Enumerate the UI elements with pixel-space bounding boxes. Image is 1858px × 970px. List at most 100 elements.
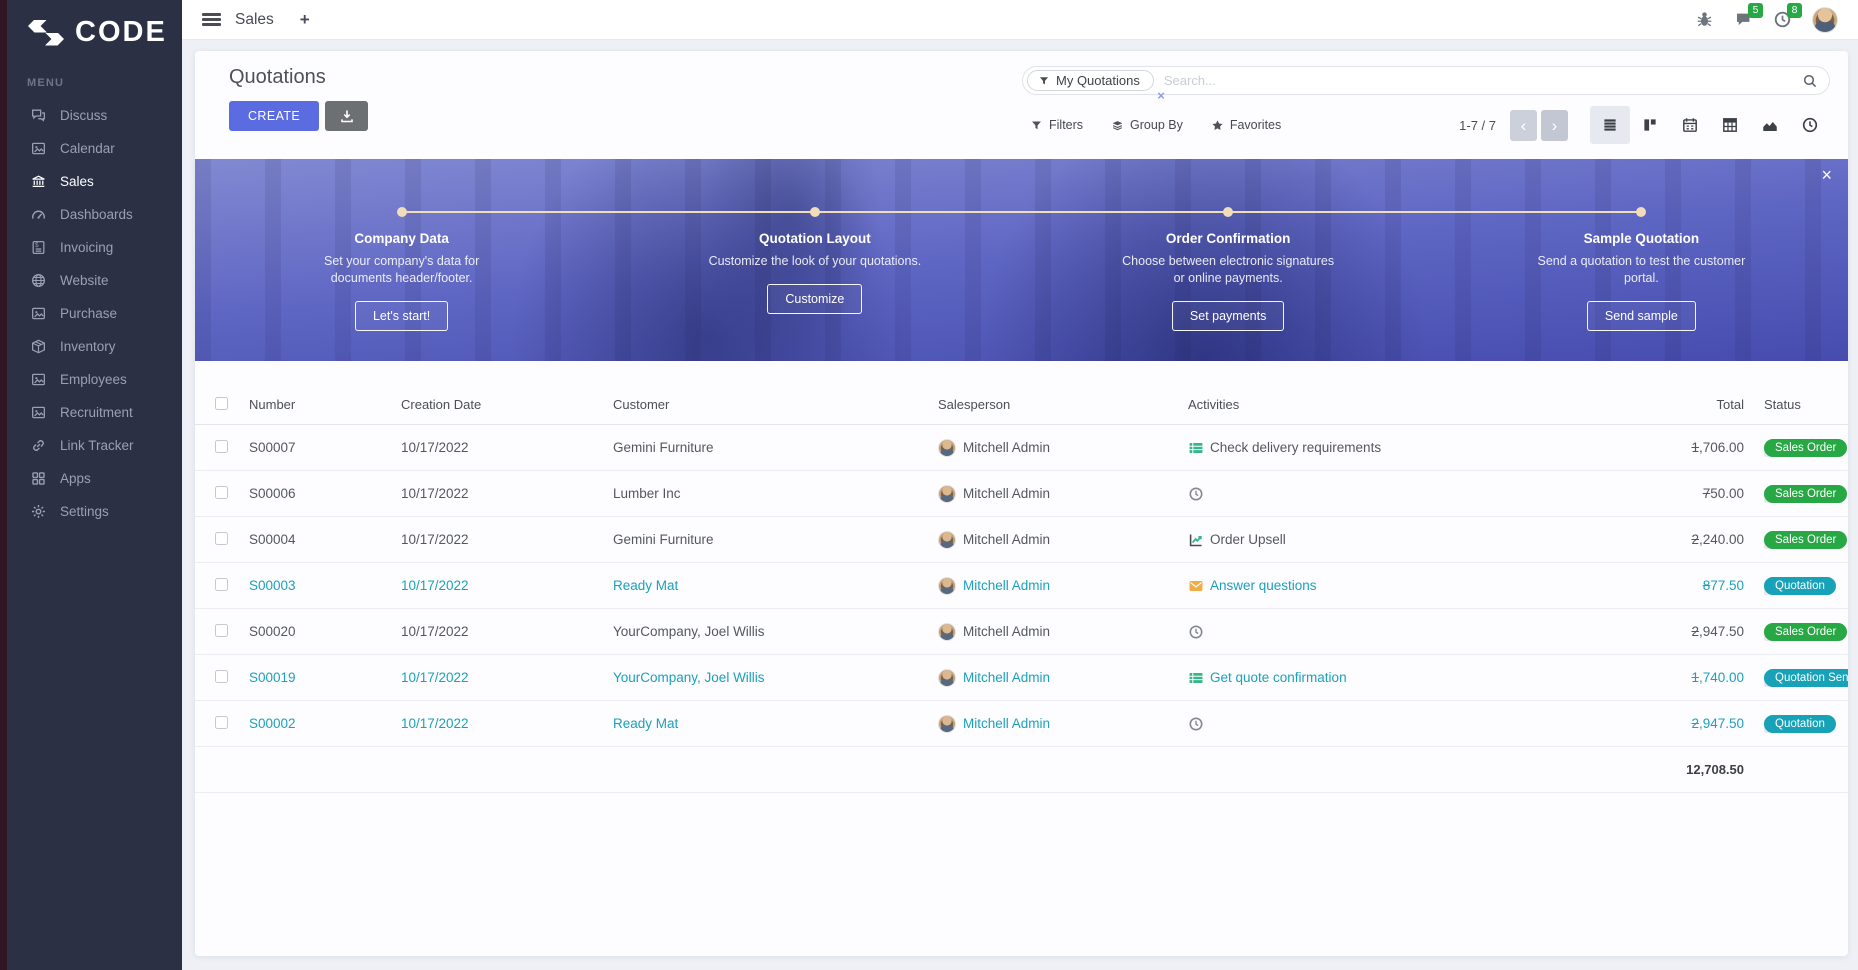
activity-icon xyxy=(1801,116,1819,134)
sidebar-item-sales[interactable]: Sales xyxy=(7,165,182,198)
cell-salesperson: Mitchell Admin xyxy=(938,531,1188,549)
user-avatar[interactable] xyxy=(1812,7,1838,33)
sidebar-item-link-tracker[interactable]: Link Tracker xyxy=(7,429,182,462)
sidebar-item-website[interactable]: Website xyxy=(7,264,182,297)
sidebar-item-purchase[interactable]: Purchase xyxy=(7,297,182,330)
filters-button[interactable]: Filters xyxy=(1030,118,1083,132)
activity-list-check-icon[interactable] xyxy=(1188,440,1204,456)
svg-text:$: $ xyxy=(35,242,39,249)
menu-section-label: MENU xyxy=(27,77,182,89)
sidebar-item-apps[interactable]: Apps xyxy=(7,462,182,495)
view-pivot-button[interactable] xyxy=(1710,106,1750,144)
sidebar-item-settings[interactable]: Settings xyxy=(7,495,182,528)
pager-previous-button[interactable]: ‹ xyxy=(1510,110,1537,141)
inventory-icon xyxy=(30,338,47,355)
cell-status: Quotation xyxy=(1764,577,1848,595)
grand-total: 12,708.50 xyxy=(1596,762,1746,777)
step-action-button[interactable]: Send sample xyxy=(1587,301,1696,331)
cell-salesperson: Mitchell Admin xyxy=(938,669,1188,687)
column-header-status[interactable]: Status xyxy=(1764,397,1848,412)
sidebar-item-dashboards[interactable]: Dashboards xyxy=(7,198,182,231)
messages-icon[interactable]: 5 xyxy=(1734,10,1753,29)
view-calendar-button[interactable] xyxy=(1670,106,1710,144)
star-icon xyxy=(1211,119,1224,132)
select-all-checkbox[interactable] xyxy=(215,397,228,410)
view-list-button[interactable] xyxy=(1590,106,1630,144)
step-dot xyxy=(810,207,820,217)
column-header-salesperson[interactable]: Salesperson xyxy=(938,397,1188,412)
onboarding-step-sample-quotation: Sample QuotationSend a quotation to test… xyxy=(1435,231,1848,361)
favorites-button[interactable]: Favorites xyxy=(1211,118,1281,132)
table-row[interactable]: S0001910/17/2022YourCompany, Joel Willis… xyxy=(195,655,1848,701)
search-bar[interactable]: My Quotations × Search... xyxy=(1022,66,1830,95)
search-controls: Filters Group By Favorites xyxy=(1022,106,1830,144)
salesperson-name: Mitchell Admin xyxy=(963,578,1050,593)
pager-next-button[interactable]: › xyxy=(1541,110,1568,141)
sidebar-item-employees[interactable]: Employees xyxy=(7,363,182,396)
menu-toggle-icon[interactable] xyxy=(202,13,221,26)
row-checkbox[interactable] xyxy=(215,716,228,729)
activity-clock-icon[interactable] xyxy=(1188,716,1204,732)
activity-clock-icon[interactable] xyxy=(1188,486,1204,502)
app-logo[interactable]: CODE xyxy=(7,0,182,49)
row-checkbox[interactable] xyxy=(215,670,228,683)
activity-chart-up-icon[interactable] xyxy=(1188,532,1204,548)
cell-creation-date: 10/17/2022 xyxy=(401,670,613,685)
remove-facet-icon[interactable]: × xyxy=(1157,88,1165,103)
table-row[interactable]: S0000410/17/2022Gemini FurnitureMitchell… xyxy=(195,517,1848,563)
table-row[interactable]: S0002010/17/2022YourCompany, Joel Willis… xyxy=(195,609,1848,655)
column-header-total[interactable]: Total xyxy=(1596,397,1746,412)
new-tab-button[interactable]: + xyxy=(300,10,310,30)
activity-clock-icon[interactable] xyxy=(1188,624,1204,640)
step-action-button[interactable]: Let's start! xyxy=(355,301,448,331)
status-badge: Sales Order xyxy=(1764,623,1847,641)
activities-icon[interactable]: 8 xyxy=(1773,10,1792,29)
view-activity-button[interactable] xyxy=(1790,106,1830,144)
sidebar-item-invoicing[interactable]: $Invoicing xyxy=(7,231,182,264)
salesperson-avatar xyxy=(938,623,956,641)
cell-total: 2,947.50 xyxy=(1596,624,1746,639)
list-icon xyxy=(1601,116,1619,134)
column-header-activities[interactable]: Activities xyxy=(1188,397,1596,412)
create-button[interactable]: CREATE xyxy=(229,101,319,131)
cell-total: 750.00 xyxy=(1596,486,1746,501)
column-header-customer[interactable]: Customer xyxy=(613,397,938,412)
sidebar-item-calendar[interactable]: Calendar xyxy=(7,132,182,165)
row-checkbox[interactable] xyxy=(215,440,228,453)
sidebar-item-discuss[interactable]: Discuss xyxy=(7,99,182,132)
column-header-number[interactable]: Number xyxy=(249,397,401,412)
table-row[interactable]: S0000310/17/2022Ready MatMitchell AdminA… xyxy=(195,563,1848,609)
settings-icon xyxy=(30,503,47,520)
export-button[interactable] xyxy=(325,101,368,131)
row-checkbox[interactable] xyxy=(215,578,228,591)
table-row[interactable]: S0000710/17/2022Gemini FurnitureMitchell… xyxy=(195,425,1848,471)
view-graph-button[interactable] xyxy=(1750,106,1790,144)
cell-status: Quotation Sent xyxy=(1764,669,1848,687)
group-by-button[interactable]: Group By xyxy=(1111,118,1183,132)
sidebar-item-inventory[interactable]: Inventory xyxy=(7,330,182,363)
step-action-button[interactable]: Customize xyxy=(767,284,862,314)
salesperson-name: Mitchell Admin xyxy=(963,486,1050,501)
debug-bug-icon[interactable] xyxy=(1695,10,1714,29)
current-app-name[interactable]: Sales xyxy=(235,11,274,29)
row-checkbox[interactable] xyxy=(215,532,228,545)
search-facet-my-quotations[interactable]: My Quotations × xyxy=(1027,70,1154,91)
table-row[interactable]: S0000610/17/2022Lumber IncMitchell Admin… xyxy=(195,471,1848,517)
quotations-table: Number Creation Date Customer Salesperso… xyxy=(195,385,1848,793)
row-checkbox[interactable] xyxy=(215,624,228,637)
activity-envelope-icon[interactable] xyxy=(1188,578,1204,594)
table-row[interactable]: S0000210/17/2022Ready MatMitchell Admin2… xyxy=(195,701,1848,747)
sidebar-item-recruitment[interactable]: Recruitment xyxy=(7,396,182,429)
activity-list-check-icon[interactable] xyxy=(1188,670,1204,686)
search-icon[interactable] xyxy=(1802,73,1818,89)
column-header-creation-date[interactable]: Creation Date xyxy=(401,397,613,412)
view-kanban-button[interactable] xyxy=(1630,106,1670,144)
step-action-button[interactable]: Set payments xyxy=(1172,301,1284,331)
logo-text: CODE xyxy=(75,16,167,49)
facet-label: My Quotations xyxy=(1056,73,1140,88)
status-badge: Quotation Sent xyxy=(1764,669,1848,687)
cell-status: Sales Order xyxy=(1764,623,1848,641)
row-checkbox[interactable] xyxy=(215,486,228,499)
cell-total: 1,706.00 xyxy=(1596,440,1746,455)
activity-label: Check delivery requirements xyxy=(1210,440,1381,455)
